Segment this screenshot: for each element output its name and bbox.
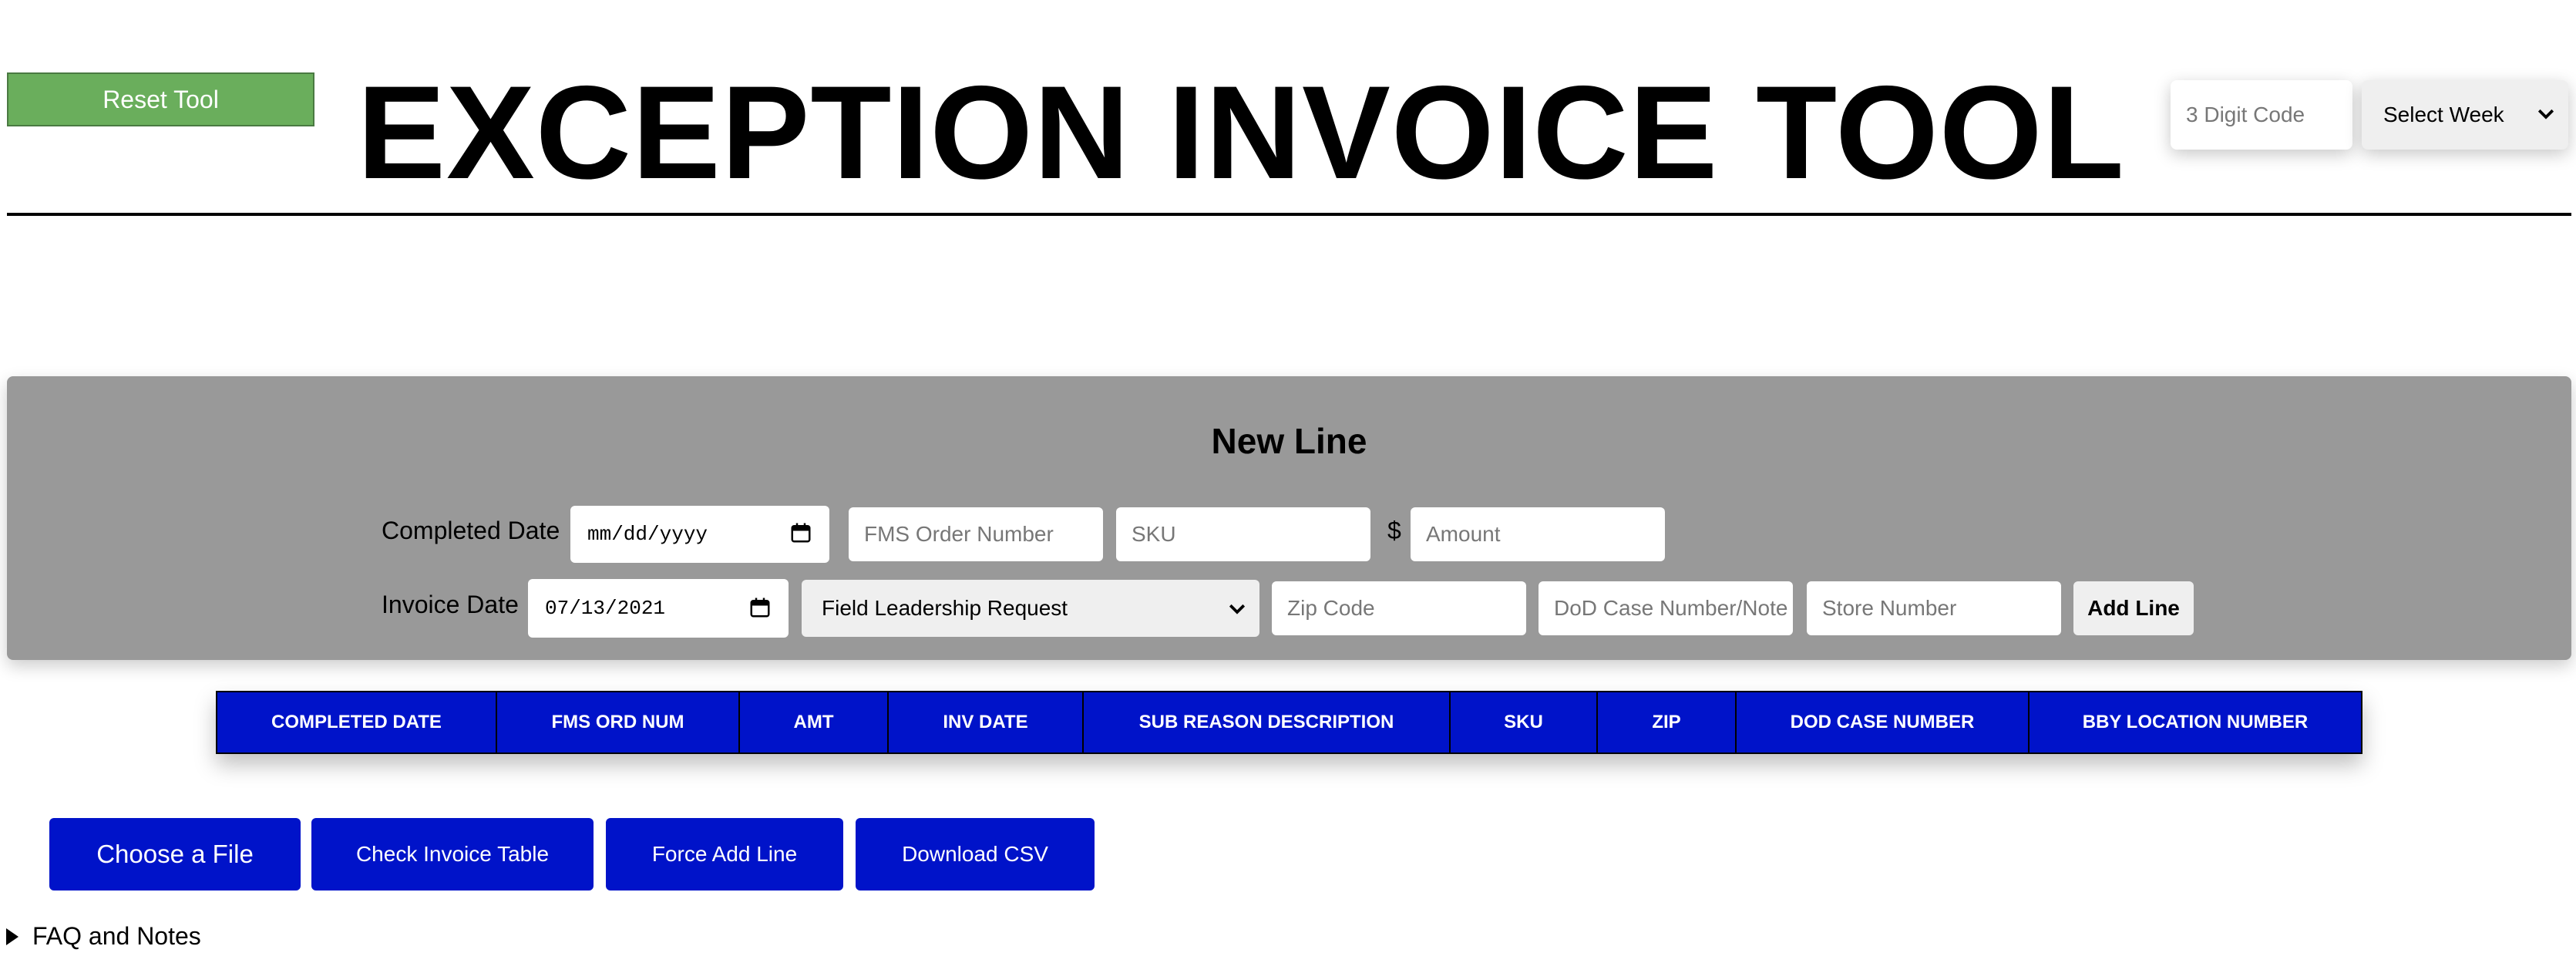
column-header-inv-date: INV DATE <box>889 692 1084 752</box>
calendar-icon[interactable] <box>789 521 812 544</box>
triangle-right-icon <box>6 928 18 945</box>
header-divider <box>7 213 2571 216</box>
store-number-input[interactable]: Store Number <box>1807 581 2061 635</box>
invoice-date-value: 07/13/2021 <box>545 597 666 620</box>
amount-input[interactable]: Amount <box>1411 507 1665 561</box>
currency-symbol: $ <box>1387 517 1401 544</box>
choose-file-button[interactable]: Choose a File <box>49 818 301 891</box>
column-header-bby-location-number: BBY LOCATION NUMBER <box>2082 712 2309 732</box>
invoice-table-header: COMPLETED DATE FMS ORD NUM AMT INV DATE … <box>216 691 2362 754</box>
invoice-date-input[interactable]: 07/13/2021 <box>528 579 789 638</box>
zip-code-input[interactable]: Zip Code <box>1272 581 1526 635</box>
store-number-placeholder: Store Number <box>1822 596 1957 620</box>
column-header-sku: SKU <box>1451 692 1598 752</box>
download-csv-button[interactable]: Download CSV <box>856 818 1095 891</box>
sku-placeholder: SKU <box>1132 522 1176 546</box>
calendar-icon[interactable] <box>748 596 772 619</box>
amount-placeholder: Amount <box>1426 522 1501 546</box>
code-input-placeholder: 3 Digit Code <box>2186 103 2305 126</box>
faq-label: FAQ and Notes <box>32 922 201 950</box>
page-title: EXCEPTION INVOICE TOOL <box>357 59 2125 207</box>
completed-date-value: mm/dd/yyyy <box>587 523 708 546</box>
week-select-value: Select Week <box>2383 103 2504 126</box>
chevron-down-icon <box>2537 109 2554 120</box>
zip-code-placeholder: Zip Code <box>1287 596 1375 620</box>
column-header-dod-case-number: DOD CASE NUMBER <box>1737 692 2030 752</box>
three-digit-code-input[interactable]: 3 Digit Code <box>2171 80 2352 150</box>
column-header-zip: ZIP <box>1598 692 1737 752</box>
invoice-date-label: Invoice Date <box>382 591 519 618</box>
dod-case-number-input[interactable]: DoD Case Number/Note <box>1539 581 1793 635</box>
week-select[interactable]: Select Week <box>2362 80 2568 150</box>
completed-date-input[interactable]: mm/dd/yyyy <box>570 506 829 563</box>
column-header-amt: AMT <box>740 692 889 752</box>
reset-tool-button[interactable]: Reset Tool <box>7 72 314 126</box>
column-header-sub-reason: SUB REASON DESCRIPTION <box>1084 692 1451 752</box>
new-line-title: New Line <box>1211 421 1367 461</box>
force-add-line-button[interactable]: Force Add Line <box>606 818 843 891</box>
sub-reason-select[interactable]: Field Leadership Request <box>802 580 1259 637</box>
dod-case-placeholder: DoD Case Number/Note <box>1554 596 1788 620</box>
faq-and-notes-toggle[interactable]: FAQ and Notes <box>6 922 201 951</box>
sku-input[interactable]: SKU <box>1116 507 1370 561</box>
chevron-down-icon <box>1229 604 1246 614</box>
fms-order-number-input[interactable]: FMS Order Number <box>849 507 1103 561</box>
completed-date-label: Completed Date <box>382 517 560 544</box>
add-line-button[interactable]: Add Line <box>2073 581 2194 635</box>
sub-reason-value: Field Leadership Request <box>822 596 1068 620</box>
fms-order-placeholder: FMS Order Number <box>864 522 1054 546</box>
check-invoice-table-button[interactable]: Check Invoice Table <box>311 818 594 891</box>
column-header-completed-date: COMPLETED DATE <box>217 692 497 752</box>
column-header-fms-ord-num: FMS ORD NUM <box>497 692 740 752</box>
